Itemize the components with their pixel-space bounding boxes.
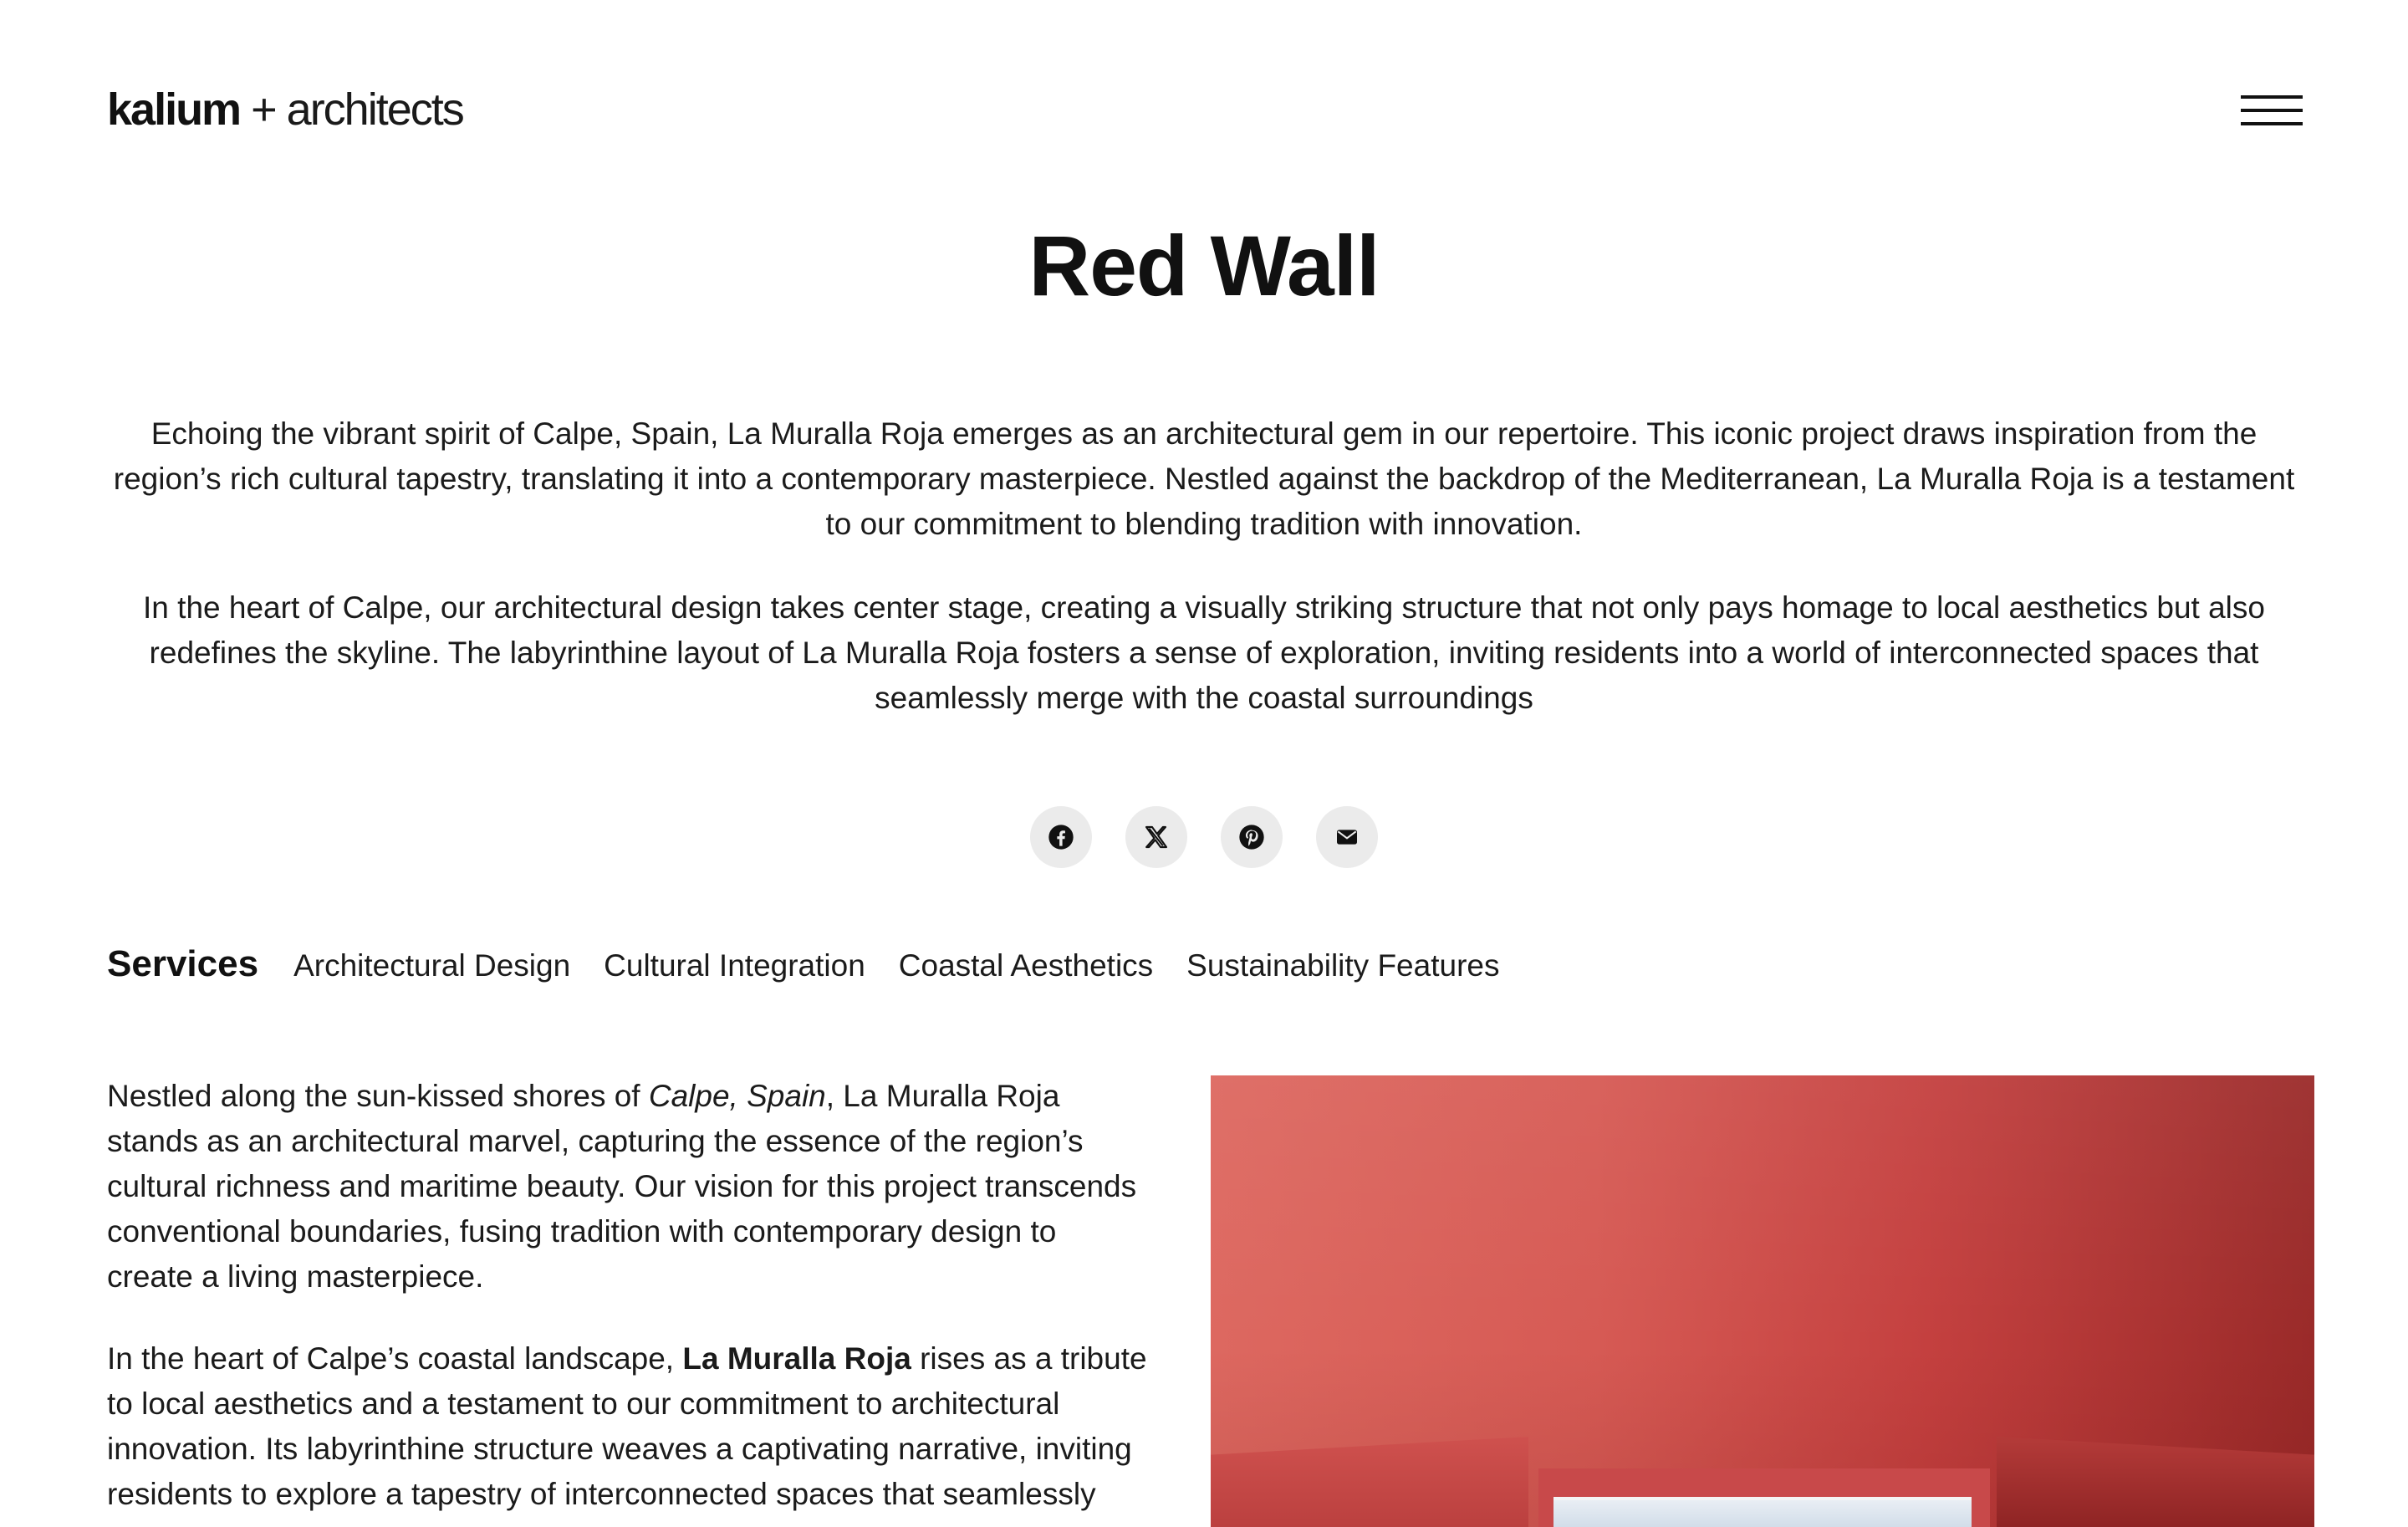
site-logo[interactable]: kalium + architects — [107, 84, 465, 135]
service-tag: Cultural Integration — [604, 948, 865, 983]
photo-sky — [1553, 1497, 1972, 1527]
email-share-button[interactable] — [1316, 806, 1378, 868]
x-share-button[interactable] — [1125, 806, 1187, 868]
service-tag: Coastal Aesthetics — [898, 948, 1154, 983]
description-text: In the heart of Calpe’s coastal landscap… — [107, 1341, 683, 1376]
page-title: Red Wall — [1028, 218, 1380, 314]
menu-bar-bottom — [2241, 122, 2303, 125]
intro-paragraph: In the heart of Calpe, our architectural… — [143, 590, 2265, 715]
location-emphasis: Calpe, Spain — [648, 1079, 826, 1113]
share-buttons — [0, 806, 2408, 868]
menu-icon[interactable] — [2241, 92, 2303, 130]
services-label: Services — [107, 943, 259, 984]
email-icon — [1337, 830, 1357, 845]
project-photo — [1211, 1075, 2314, 1527]
logo-plus: + — [251, 84, 278, 135]
service-tag: Sustainability Features — [1186, 948, 1500, 983]
service-tag: Architectural Design — [293, 948, 571, 983]
pinterest-icon — [1239, 825, 1264, 850]
project-name-strong: La Muralla Roja — [682, 1341, 911, 1376]
logo-rest: architects — [286, 84, 465, 135]
x-icon — [1145, 825, 1168, 849]
project-page: kalium + architects Red Wall Echoing the… — [0, 0, 2408, 1527]
description-paragraph: In the heart of Calpe’s coastal landscap… — [107, 1336, 1149, 1527]
description-text: Nestled along the sun-kissed shores of — [107, 1079, 649, 1113]
pinterest-share-button[interactable] — [1221, 806, 1283, 868]
logo-brand: kalium — [107, 84, 242, 135]
facebook-share-button[interactable] — [1030, 806, 1092, 868]
intro-paragraph: Echoing the vibrant spirit of Calpe, Spa… — [113, 416, 2295, 541]
menu-bar-middle — [2241, 109, 2303, 112]
description-paragraph: Nestled along the sun-kissed shores of C… — [107, 1074, 1149, 1300]
project-description: Nestled along the sun-kissed shores of C… — [107, 1074, 1149, 1527]
project-intro: Echoing the vibrant spirit of Calpe, Spa… — [107, 411, 2301, 721]
menu-bar-top — [2241, 95, 2303, 99]
facebook-icon — [1048, 825, 1074, 850]
services-list: Services Architectural Design Cultural I… — [107, 943, 1533, 985]
